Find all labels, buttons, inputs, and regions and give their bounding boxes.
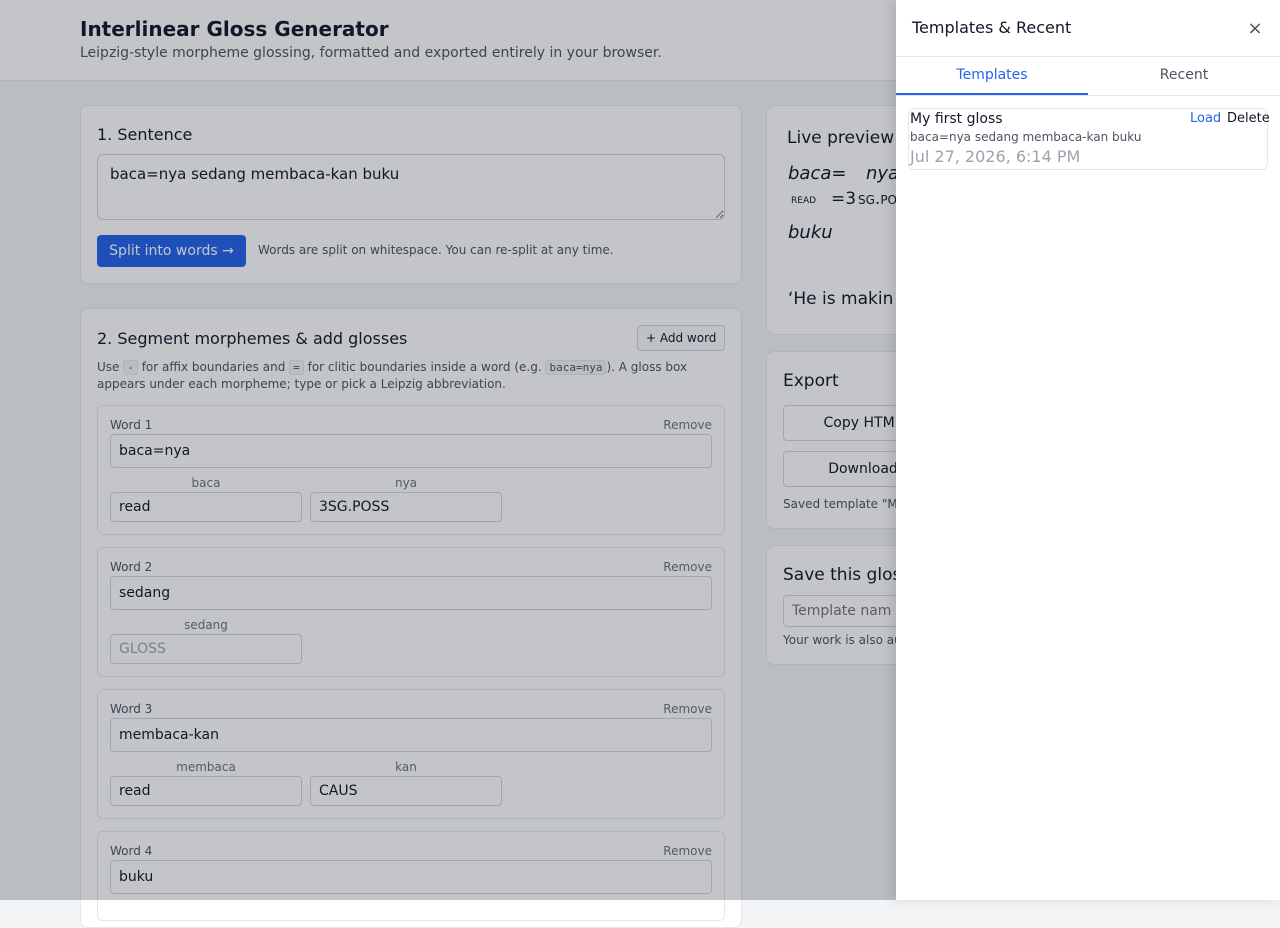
drawer-title: Templates & Recent — [912, 18, 1072, 37]
template-date: Jul 27, 2026, 6:14 PM — [910, 147, 1081, 166]
delete-template-button[interactable]: Delete — [1227, 111, 1270, 126]
tab-templates[interactable]: Templates — [896, 57, 1088, 95]
template-text: baca=nya sedang membaca-kan buku — [910, 130, 1142, 144]
tab-recent[interactable]: Recent — [1088, 57, 1280, 95]
divider — [896, 95, 1280, 96]
app: Interlinear Gloss Generator Leipzig-styl… — [0, 0, 1280, 928]
close-icon[interactable]: × — [1244, 18, 1266, 40]
template-item: My first gloss baca=nya sedang membaca-k… — [908, 108, 1270, 170]
templates-drawer: Templates & Recent × Templates Recent My… — [896, 0, 1280, 900]
template-name: My first gloss — [910, 111, 1003, 127]
load-template-button[interactable]: Load — [1190, 111, 1221, 126]
